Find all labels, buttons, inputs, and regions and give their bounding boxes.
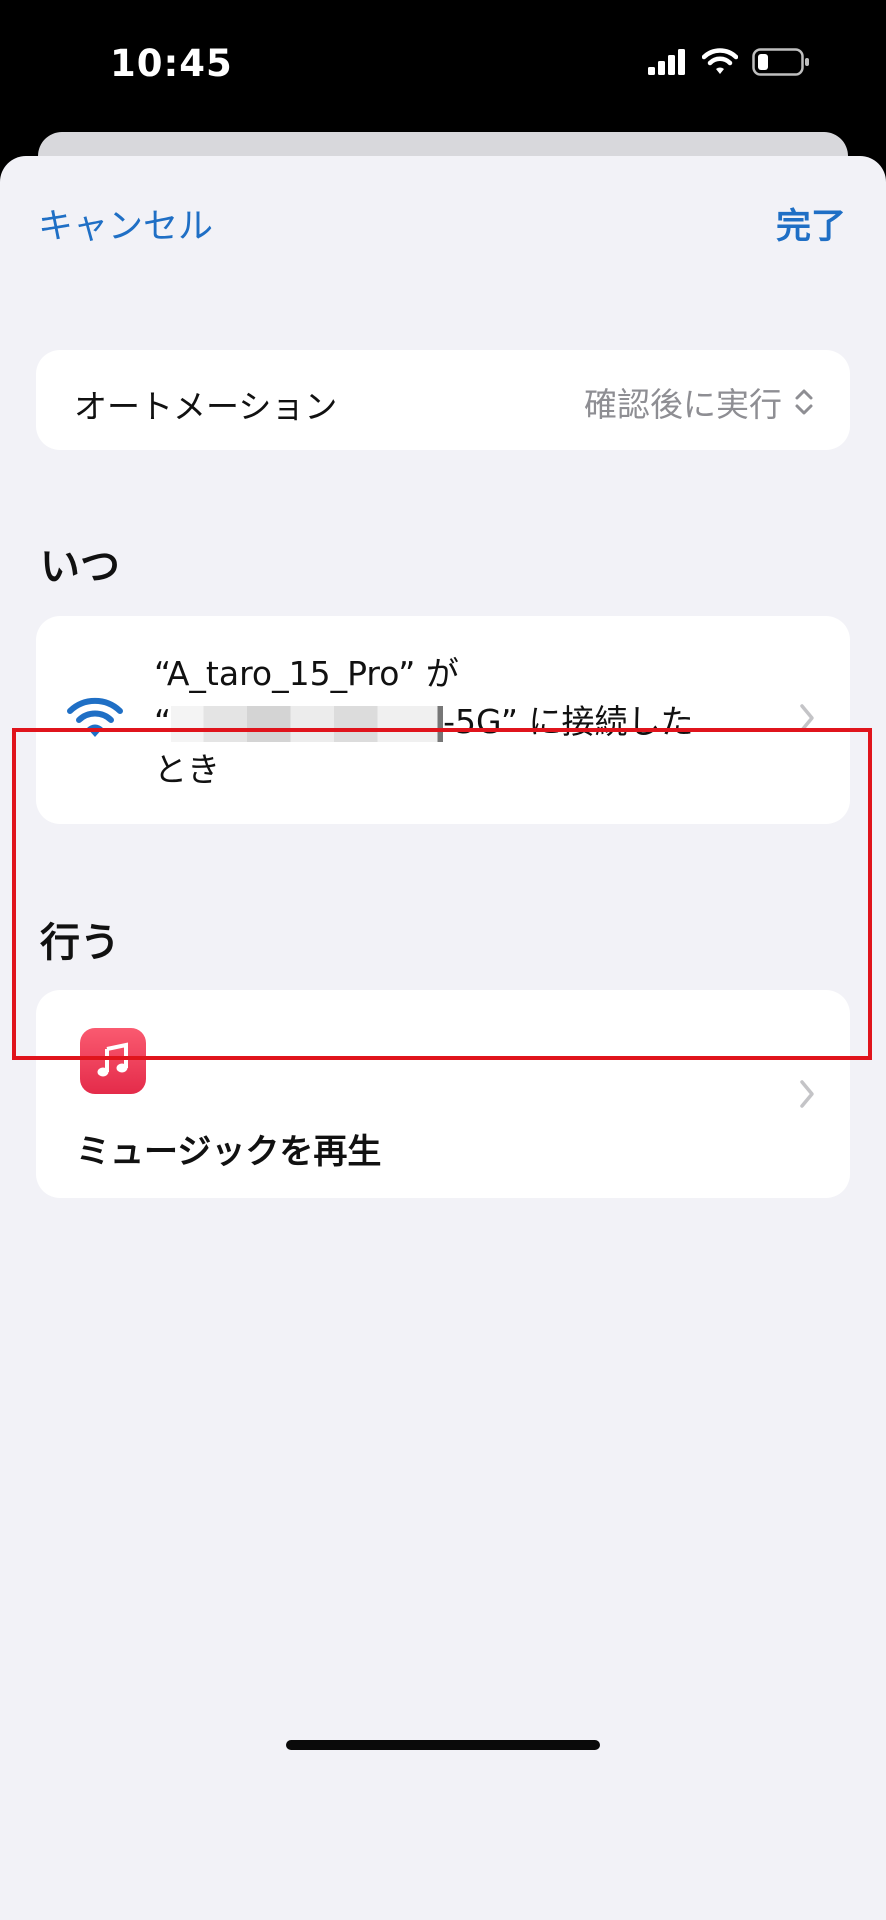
done-button[interactable]: 完了 <box>776 198 846 249</box>
status-icons <box>648 48 810 76</box>
highlight-annotation-box <box>12 728 872 1060</box>
automation-mode-value: 確認後に実行 <box>584 385 782 424</box>
up-down-chevron-icon <box>795 389 813 415</box>
automation-mode-selector[interactable]: 確認後に実行 <box>584 378 814 426</box>
cancel-button[interactable]: キャンセル <box>38 198 213 249</box>
battery-icon <box>752 48 809 76</box>
status-time: 10:45 <box>110 42 233 85</box>
when-section-title: いつ <box>40 544 120 590</box>
automation-label: オートメーション <box>74 387 338 426</box>
home-indicator[interactable] <box>286 1740 600 1750</box>
automation-row[interactable]: オートメーション 確認後に実行 <box>36 350 850 450</box>
cellular-signal-icon <box>648 49 685 75</box>
wifi-status-icon <box>702 48 738 74</box>
chevron-right-icon <box>800 1080 814 1108</box>
trigger-line-1: “A_taro_15_Pro” が <box>154 654 459 693</box>
status-bar: 10:45 <box>0 0 886 132</box>
action-label: ミュージックを再生 <box>76 1132 382 1172</box>
